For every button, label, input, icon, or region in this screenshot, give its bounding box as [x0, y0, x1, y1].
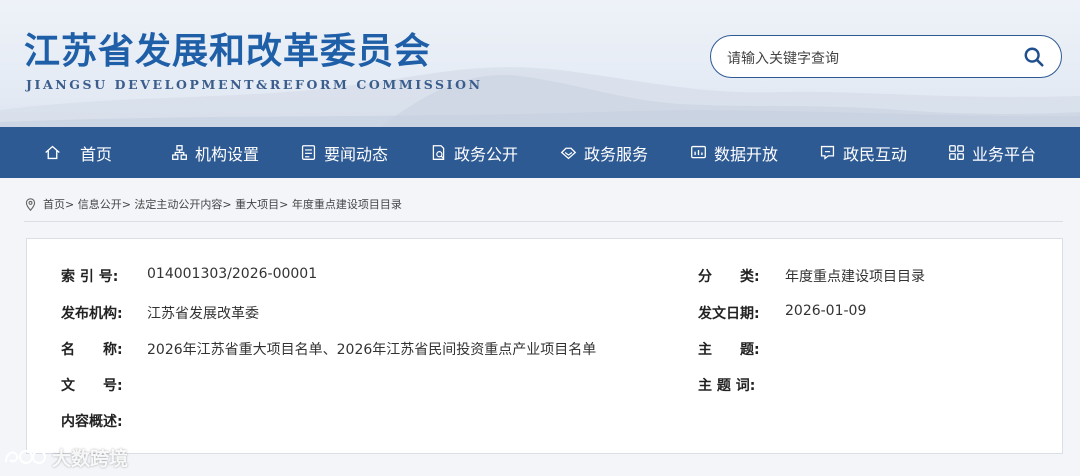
nav-label: 首页 — [80, 144, 113, 164]
search-input[interactable]: 请输入关键字查询 — [727, 48, 839, 68]
date-label: 发文日期: — [698, 306, 760, 322]
category-value: 年度重点建设项目目录 — [785, 269, 925, 285]
nav-item-open-data[interactable]: 数据开放 — [690, 127, 778, 178]
watermark-logo-icon — [5, 450, 46, 464]
summary-label: 内容概述: — [61, 414, 123, 430]
site-logo-subtitle: JIANGSU DEVELOPMENT&REFORM COMMISSION — [26, 77, 483, 92]
org-icon — [172, 145, 187, 160]
nav-label: 要闻动态 — [324, 144, 389, 164]
info-panel: 索 引 号: 014001303/2026-00001 分 类: 年度重点建设项… — [26, 238, 1063, 454]
nav-item-gov-service[interactable]: 政务服务 — [560, 127, 648, 178]
nav-label: 业务平台 — [972, 144, 1037, 164]
nav-label: 数据开放 — [714, 144, 779, 164]
nav-label: 政务服务 — [584, 144, 649, 164]
nav-item-interaction[interactable]: 政民互动 — [819, 127, 907, 178]
grid-icon — [949, 145, 964, 160]
keyword-label: 主 题 词: — [698, 378, 756, 394]
nav-label: 政务公开 — [454, 144, 519, 164]
date-value: 2026-01-09 — [785, 303, 867, 319]
nav-label: 机构设置 — [195, 144, 260, 164]
nav-item-platform[interactable]: 业务平台 — [948, 127, 1036, 178]
breadcrumb: 首页> 信息公开> 法定主动公开内容> 重大项目> 年度重点建设项目目录 — [24, 196, 402, 212]
divider — [24, 221, 1063, 222]
data-icon — [691, 145, 706, 159]
location-pin-icon — [25, 197, 36, 211]
news-icon — [301, 145, 316, 160]
home-icon — [45, 145, 60, 160]
nav-item-home[interactable]: 首页 — [44, 127, 112, 178]
search-icon[interactable] — [1023, 46, 1045, 68]
main-nav: 首页 机构设置 要闻动态 政务公开 政务服务 数据开放 政民互动 业务平台 — [0, 127, 1080, 178]
nav-item-org[interactable]: 机构设置 — [171, 127, 259, 178]
category-label: 分 类: — [698, 269, 760, 285]
doc-icon — [432, 145, 445, 160]
nav-label: 政民互动 — [843, 144, 908, 164]
breadcrumb-path[interactable]: 首页> 信息公开> 法定主动公开内容> 重大项目> 年度重点建设项目目录 — [43, 196, 402, 212]
index-value: 014001303/2026-00001 — [147, 266, 318, 282]
watermark: 大数跨境 — [2, 442, 128, 472]
nav-item-news[interactable]: 要闻动态 — [300, 127, 388, 178]
site-logo-title[interactable]: 江苏省发展和改革委员会 — [24, 22, 431, 74]
name-value: 2026年江苏省重大项目名单、2026年江苏省民间投资重点产业项目名单 — [147, 342, 597, 358]
publisher-label: 发布机构: — [61, 306, 123, 322]
publisher-value: 江苏省发展改革委 — [147, 306, 259, 322]
docno-label: 文 号: — [61, 378, 123, 394]
watermark-text: 大数跨境 — [52, 447, 129, 470]
name-label: 名 称: — [61, 342, 123, 358]
site-header: 江苏省发展和改革委员会 JIANGSU DEVELOPMENT&REFORM C… — [0, 0, 1080, 127]
subject-label: 主 题: — [698, 342, 760, 358]
chat-icon — [820, 145, 835, 160]
search-box[interactable]: 请输入关键字查询 — [710, 35, 1062, 78]
service-icon — [560, 147, 577, 160]
index-label: 索 引 号: — [61, 269, 119, 285]
nav-item-gov-open[interactable]: 政务公开 — [430, 127, 518, 178]
